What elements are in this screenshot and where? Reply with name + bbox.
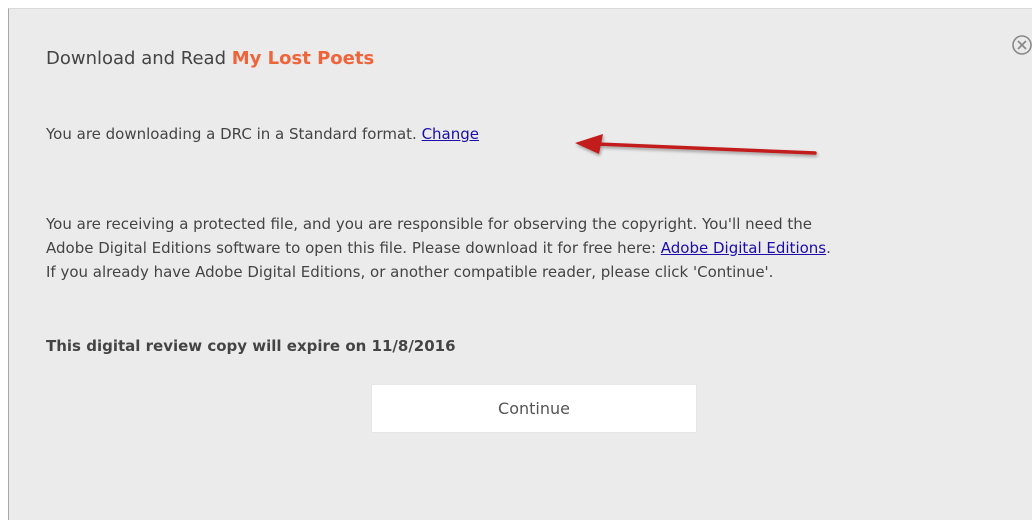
- copyright-notice: You are receiving a protected file, and …: [46, 212, 836, 284]
- change-format-link[interactable]: Change: [422, 125, 479, 143]
- expiration-notice: This digital review copy will expire on …: [46, 337, 456, 355]
- download-dialog: Download and Read My Lost Poets You are …: [8, 8, 1032, 520]
- adobe-digital-editions-link[interactable]: Adobe Digital Editions: [661, 239, 826, 257]
- heading-prefix: Download and Read: [46, 48, 232, 69]
- format-text: You are downloading a DRC in a Standard …: [46, 125, 422, 143]
- continue-button[interactable]: Continue: [371, 384, 697, 433]
- format-line: You are downloading a DRC in a Standard …: [46, 125, 479, 143]
- dialog-heading: Download and Read My Lost Poets: [46, 48, 374, 69]
- book-title: My Lost Poets: [231, 48, 375, 69]
- close-icon[interactable]: [1009, 32, 1032, 58]
- red-arrow-icon: [575, 134, 817, 155]
